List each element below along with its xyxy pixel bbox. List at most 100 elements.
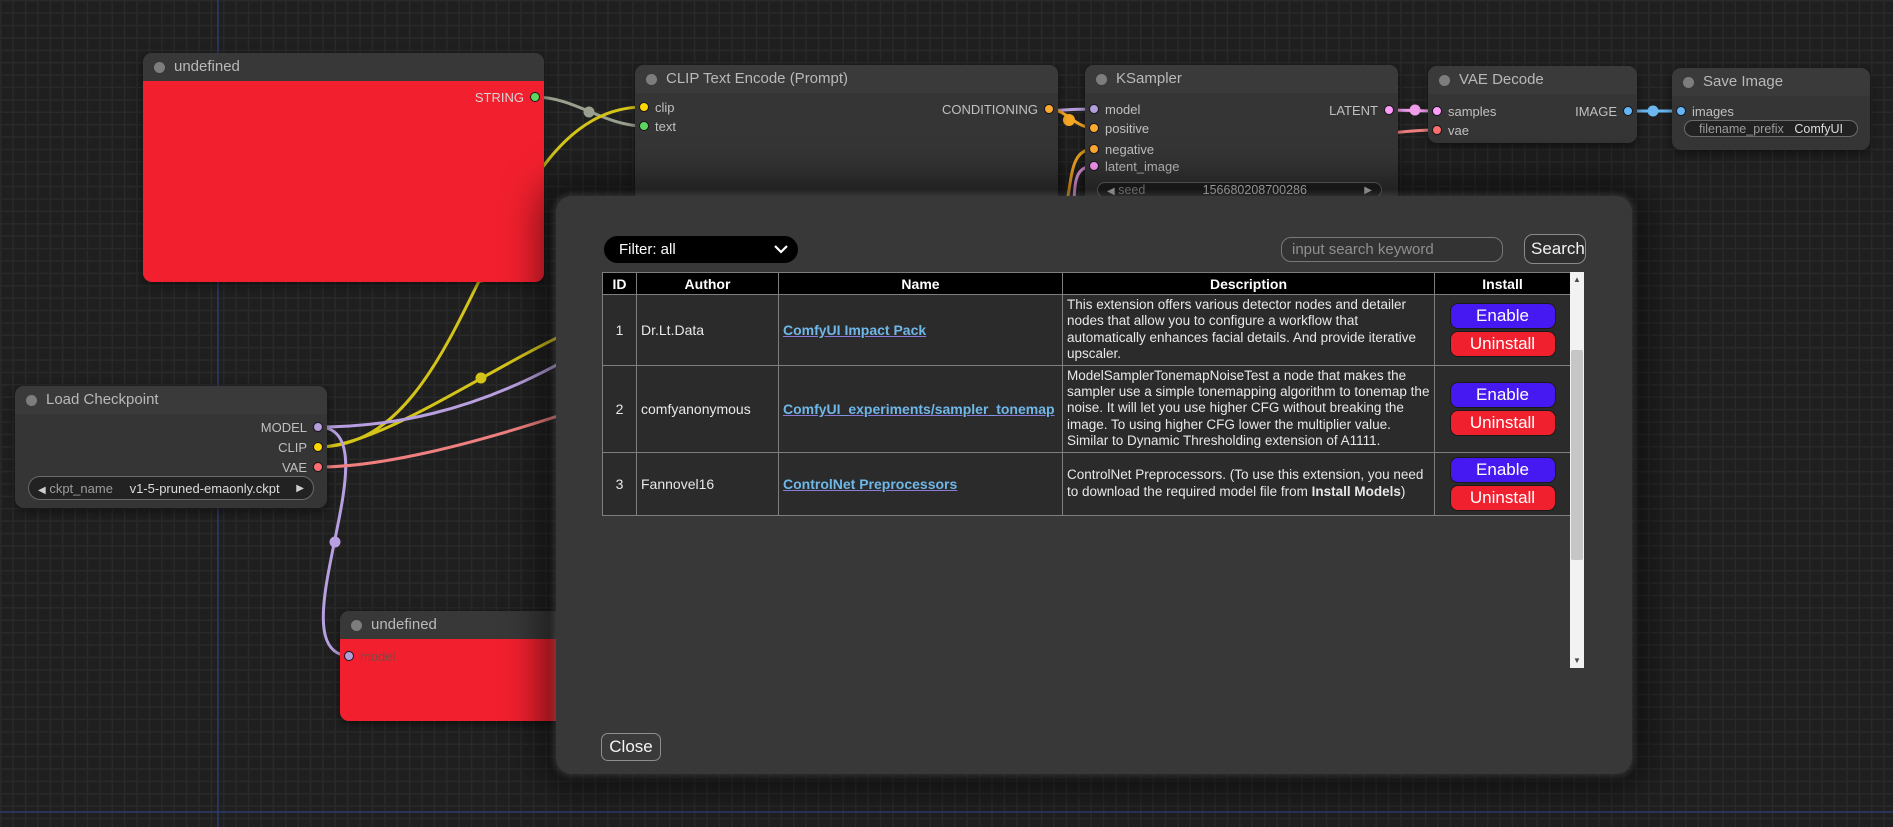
node-title: Save Image: [1703, 73, 1783, 90]
link-dot-string: [584, 107, 595, 118]
ext-description: This extension offers various detector n…: [1063, 295, 1435, 366]
table-row: 1 Dr.Lt.Data ComfyUI Impact Pack This ex…: [603, 295, 1571, 366]
filename-prefix-label: filename_prefix: [1699, 122, 1784, 136]
seed-widget-label: seed: [1118, 183, 1145, 197]
next-arrow-icon[interactable]: ▶: [296, 483, 304, 494]
ext-id: 2: [603, 365, 637, 452]
node-status-dot-icon: [1096, 74, 1107, 85]
negative-input-port[interactable]: [1089, 144, 1099, 154]
input-label-images: images: [1692, 104, 1734, 119]
latent-image-input-port[interactable]: [1089, 161, 1099, 171]
ext-description: ModelSamplerTonemapNoiseTest a node that…: [1063, 365, 1435, 452]
samples-input-port[interactable]: [1432, 106, 1442, 116]
ext-author: Dr.Lt.Data: [637, 295, 779, 366]
scrollbar[interactable]: ▲ ▼: [1570, 272, 1584, 668]
output-label-clip: CLIP: [278, 440, 307, 455]
search-button[interactable]: Search: [1524, 234, 1586, 264]
enable-button[interactable]: Enable: [1450, 457, 1556, 483]
node-graph-canvas[interactable]: undefined STRING CLIP Text Encode (Promp…: [0, 0, 1893, 827]
ckpt-name-value[interactable]: v1-5-pruned-emaonly.ckpt: [130, 481, 280, 496]
node-status-dot-icon: [1683, 77, 1694, 88]
node-vae-decode[interactable]: VAE Decode samples vae IMAGE: [1428, 66, 1637, 143]
link-dot-conditioning: [1063, 114, 1075, 126]
increment-arrow-icon[interactable]: ▶: [1364, 185, 1372, 196]
text-input-port[interactable]: [639, 121, 649, 131]
clip-input-port[interactable]: [639, 102, 649, 112]
ckpt-name-label: ckpt_name: [49, 481, 113, 496]
node-title-bar[interactable]: VAE Decode: [1428, 66, 1637, 94]
node-title-bar[interactable]: KSampler: [1085, 65, 1398, 93]
ext-name-link[interactable]: ComfyUI Impact Pack: [783, 322, 926, 338]
scroll-up-icon[interactable]: ▲: [1570, 272, 1584, 287]
string-output-port[interactable]: [530, 92, 540, 102]
vae-input-port[interactable]: [1432, 125, 1442, 135]
output-label-conditioning: CONDITIONING: [942, 102, 1038, 117]
ext-install-cell: Enable Uninstall: [1435, 365, 1571, 452]
header-id: ID: [603, 273, 637, 295]
ext-install-cell: Enable Uninstall: [1435, 452, 1571, 515]
images-input-port[interactable]: [1676, 106, 1686, 116]
ext-name-link[interactable]: ComfyUI_experiments/sampler_tonemap: [783, 401, 1055, 417]
node-status-dot-icon: [646, 74, 657, 85]
node-title-bar[interactable]: Save Image: [1672, 68, 1870, 96]
node-status-dot-icon: [1439, 75, 1450, 86]
input-label-text: text: [655, 119, 676, 134]
input-label-samples: samples: [1448, 104, 1496, 119]
table-row: 3 Fannovel16 ControlNet Preprocessors Co…: [603, 452, 1571, 515]
scrollbar-thumb[interactable]: [1571, 350, 1583, 560]
node-title: VAE Decode: [1459, 71, 1544, 88]
ckpt-name-widget[interactable]: ◀ ckpt_name v1-5-pruned-emaonly.ckpt ▶: [28, 476, 314, 500]
table-row: 2 comfyanonymous ComfyUI_experiments/sam…: [603, 365, 1571, 452]
output-label-latent: LATENT: [1329, 103, 1378, 118]
uninstall-button[interactable]: Uninstall: [1450, 331, 1556, 357]
image-output-port[interactable]: [1623, 106, 1633, 116]
node-title-bar[interactable]: Load Checkpoint: [15, 386, 327, 414]
ext-id: 1: [603, 295, 637, 366]
input-label-model: model: [360, 649, 395, 664]
ext-id: 3: [603, 452, 637, 515]
link-dot-clip2: [476, 373, 487, 384]
search-input[interactable]: [1281, 237, 1503, 262]
close-button[interactable]: Close: [601, 733, 661, 761]
filter-select[interactable]: Filter: all: [604, 236, 798, 263]
enable-button[interactable]: Enable: [1450, 303, 1556, 329]
link-dot-latent: [1410, 105, 1421, 116]
uninstall-button[interactable]: Uninstall: [1450, 485, 1556, 511]
output-label-model: MODEL: [261, 420, 307, 435]
link-dot-image: [1648, 106, 1659, 117]
model-output-port[interactable]: [313, 422, 323, 432]
conditioning-output-port[interactable]: [1044, 104, 1054, 114]
ext-author: comfyanonymous: [637, 365, 779, 452]
filename-prefix-widget[interactable]: filename_prefix ComfyUI: [1684, 120, 1858, 137]
node-load-checkpoint[interactable]: Load Checkpoint MODEL CLIP VAE ◀ ckpt_na…: [15, 386, 327, 508]
vae-output-port[interactable]: [313, 462, 323, 472]
input-label-negative: negative: [1105, 142, 1154, 157]
ext-name-link[interactable]: ControlNet Preprocessors: [783, 476, 957, 492]
ext-install-cell: Enable Uninstall: [1435, 295, 1571, 366]
filename-prefix-value[interactable]: ComfyUI: [1794, 122, 1843, 136]
node-title: Load Checkpoint: [46, 391, 159, 408]
scroll-down-icon[interactable]: ▼: [1570, 653, 1584, 668]
node-title-bar[interactable]: CLIP Text Encode (Prompt): [635, 65, 1058, 93]
enable-button[interactable]: Enable: [1450, 382, 1556, 408]
prev-arrow-icon[interactable]: ◀: [38, 485, 46, 496]
node-undefined-top[interactable]: undefined STRING: [143, 53, 544, 282]
clip-output-port[interactable]: [313, 442, 323, 452]
node-title-bar[interactable]: undefined: [143, 53, 544, 81]
positive-input-port[interactable]: [1089, 123, 1099, 133]
ext-author: Fannovel16: [637, 452, 779, 515]
ext-description: ControlNet Preprocessors. (To use this e…: [1063, 452, 1435, 515]
input-label-vae: vae: [1448, 123, 1469, 138]
node-error-body[interactable]: STRING: [143, 81, 544, 282]
output-label-image: IMAGE: [1575, 104, 1617, 119]
uninstall-button[interactable]: Uninstall: [1450, 410, 1556, 436]
seed-widget-value[interactable]: 156680208700286: [1203, 183, 1307, 197]
extension-list-scroll-area[interactable]: ID Author Name Description Install 1 Dr.…: [602, 272, 1584, 668]
latent-output-port[interactable]: [1384, 105, 1394, 115]
header-author: Author: [637, 273, 779, 295]
node-save-image[interactable]: Save Image images filename_prefix ComfyU…: [1672, 68, 1870, 150]
model-input-port[interactable]: [1089, 104, 1099, 114]
input-label-model: model: [1105, 102, 1140, 117]
model-input-port[interactable]: [344, 651, 354, 661]
header-name: Name: [779, 273, 1063, 295]
